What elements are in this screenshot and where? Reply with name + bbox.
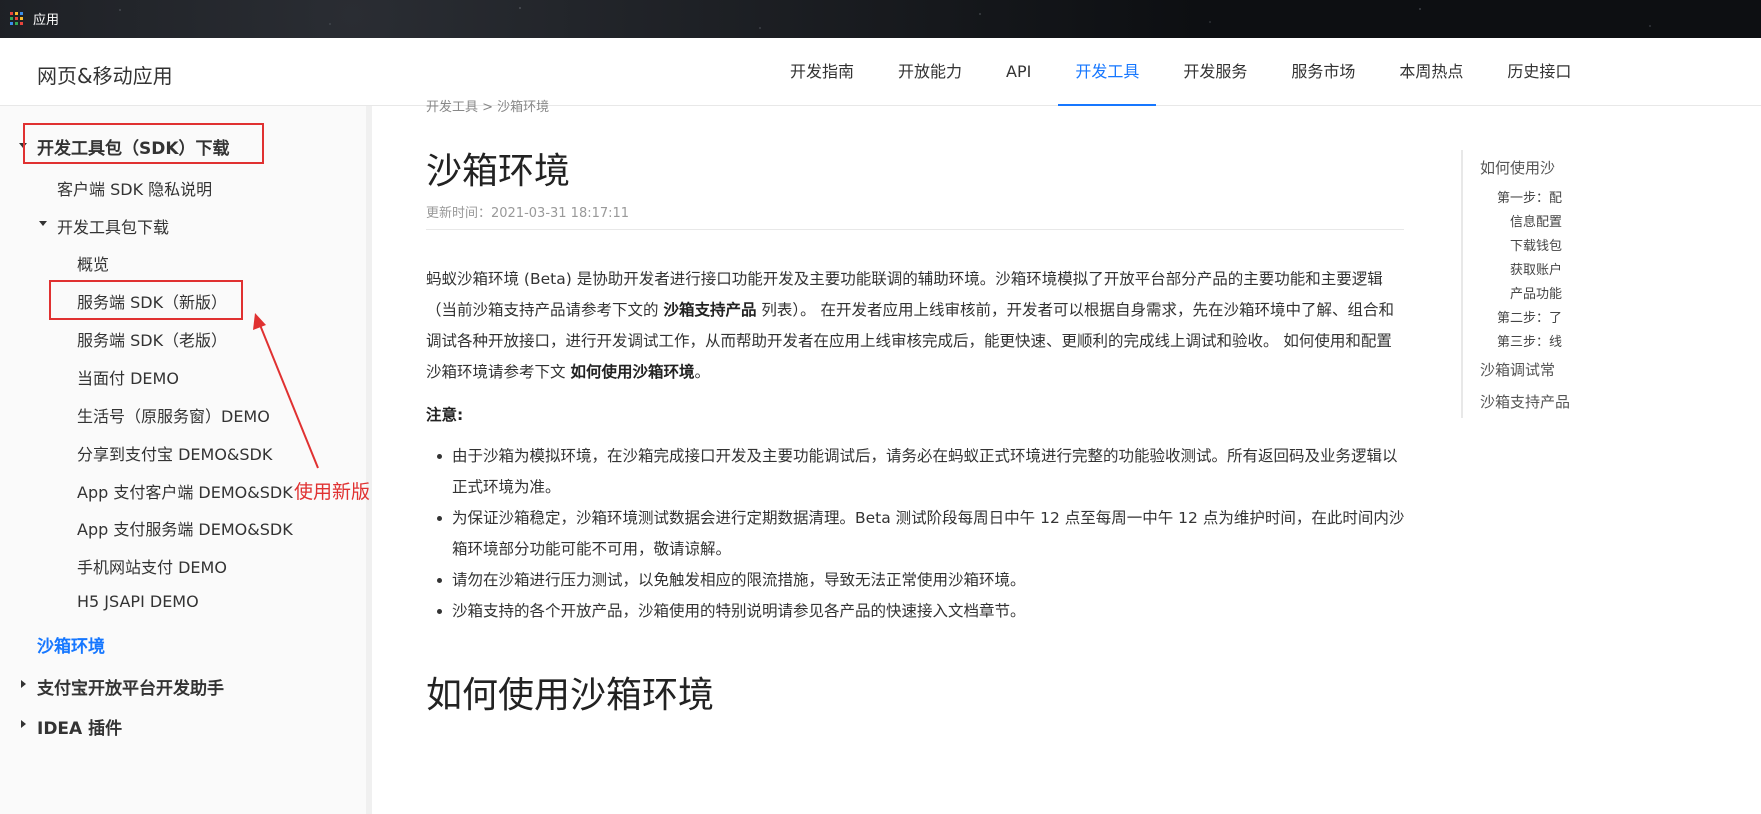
sidebar-scrollbar[interactable] — [366, 106, 372, 814]
sidebar-item-dev-toolkit-download[interactable]: 开发工具包下载 — [57, 214, 169, 238]
annotation-label: 使用新版 — [294, 481, 371, 503]
note-label: 注意: — [426, 406, 464, 424]
toc-faq[interactable]: 沙箱调试常 — [1480, 359, 1555, 380]
section-title: 如何使用沙箱环境 — [426, 675, 715, 716]
list-item: 沙箱支持的各个开放产品，沙箱使用的特别说明请参见各产品的快速接入文档章节。 — [437, 596, 1406, 627]
toc-how-to-use[interactable]: 如何使用沙 — [1480, 157, 1555, 178]
caret-right-icon[interactable] — [21, 720, 26, 728]
toc-step1[interactable]: 第一步：配 — [1497, 187, 1562, 206]
toc-supported-products[interactable]: 沙箱支持产品 — [1480, 391, 1570, 412]
nav-service-market[interactable]: 服务市场 — [1291, 38, 1355, 106]
sidebar-item-idea-plugin[interactable]: IDEA 插件 — [37, 714, 122, 739]
annotation-box-sdk — [23, 123, 264, 164]
sidebar-item-overview[interactable]: 概览 — [77, 251, 109, 275]
toc-get-account[interactable]: 获取账户 — [1510, 259, 1562, 278]
nav-open-capability[interactable]: 开放能力 — [898, 38, 962, 106]
toc-info-config[interactable]: 信息配置 — [1510, 211, 1562, 230]
sidebar-item-app-client-demo[interactable]: App 支付客户端 DEMO&SDK — [77, 479, 293, 503]
breadcrumb[interactable]: 开发工具 > 沙箱环境 — [426, 96, 549, 115]
list-item: 为保证沙箱稳定，沙箱环境测试数据会进行定期数据清理。Beta 测试阶段每周日中午… — [437, 503, 1406, 565]
nav-dev-services[interactable]: 开发服务 — [1183, 38, 1247, 106]
nav-dev-guide[interactable]: 开发指南 — [790, 38, 854, 106]
list-item: 由于沙箱为模拟环境，在沙箱完成接口开发及主要功能调试后，请务必在蚂蚁正式环境进行… — [437, 441, 1406, 503]
intro-text-3: 。 — [694, 363, 710, 381]
link-how-to-use[interactable]: 如何使用沙箱环境 — [570, 363, 694, 381]
brand-title[interactable]: 网页&移动应用 — [37, 60, 173, 89]
nav-dev-tools[interactable]: 开发工具 — [1058, 38, 1157, 106]
apps-grid-icon[interactable] — [10, 12, 23, 25]
link-supported-products[interactable]: 沙箱支持产品 — [663, 301, 756, 319]
sidebar-item-life-account-demo[interactable]: 生活号（原服务窗）DEMO — [77, 403, 270, 427]
sidebar-item-mobile-web-demo[interactable]: 手机网站支付 DEMO — [77, 554, 227, 578]
toc-rail — [1461, 150, 1463, 418]
sidebar-item-app-server-demo[interactable]: App 支付服务端 DEMO&SDK — [77, 516, 293, 540]
toc-download-wallet[interactable]: 下载钱包 — [1510, 235, 1562, 254]
toc-step3[interactable]: 第三步：线 — [1497, 331, 1562, 350]
site-header: 网页&移动应用 开发指南 开放能力 API 开发工具 开发服务 服务市场 本周热… — [0, 38, 1761, 106]
toc-step2[interactable]: 第二步：了 — [1497, 307, 1562, 326]
apps-label[interactable]: 应用 — [33, 9, 59, 28]
toc-product-feature[interactable]: 产品功能 — [1510, 283, 1562, 302]
update-time: 更新时间：2021-03-31 18:17:11 — [426, 206, 630, 221]
nav-legacy-api[interactable]: 历史接口 — [1507, 38, 1571, 106]
title-divider — [426, 229, 1404, 230]
sidebar-item-assistant[interactable]: 支付宝开放平台开发助手 — [37, 674, 224, 699]
sidebar-item-sandbox[interactable]: 沙箱环境 — [37, 632, 105, 657]
caret-down-icon[interactable] — [39, 221, 47, 226]
caret-right-icon[interactable] — [21, 680, 26, 688]
sidebar-item-server-sdk-old[interactable]: 服务端 SDK（老版） — [77, 327, 227, 351]
sidebar-item-face-pay-demo[interactable]: 当面付 DEMO — [77, 365, 179, 389]
annotation-box-server-sdk — [49, 280, 243, 320]
starfield-background — [0, 0, 1761, 38]
nav-weekly-hot[interactable]: 本周热点 — [1399, 38, 1463, 106]
page-title: 沙箱环境 — [426, 151, 571, 192]
list-item: 请勿在沙箱进行压力测试，以免触发相应的限流措施，导致无法正常使用沙箱环境。 — [437, 565, 1406, 596]
notes-list: 由于沙箱为模拟环境，在沙箱完成接口开发及主要功能调试后，请务必在蚂蚁正式环境进行… — [437, 441, 1406, 627]
top-bar: 应用 — [0, 0, 1761, 38]
nav-api[interactable]: API — [1006, 38, 1031, 106]
sidebar-item-client-sdk-privacy[interactable]: 客户端 SDK 隐私说明 — [57, 176, 212, 200]
sidebar-item-h5-jsapi-demo[interactable]: H5 JSAPI DEMO — [77, 592, 199, 611]
main-nav: 开发指南 开放能力 API 开发工具 开发服务 服务市场 本周热点 历史接口 — [790, 38, 1615, 106]
intro-paragraph: 蚂蚁沙箱环境 (Beta) 是协助开发者进行接口功能开发及主要功能联调的辅助环境… — [426, 264, 1406, 388]
sidebar-item-share-demo[interactable]: 分享到支付宝 DEMO&SDK — [77, 441, 272, 465]
annotation-arrow-icon — [253, 313, 319, 469]
